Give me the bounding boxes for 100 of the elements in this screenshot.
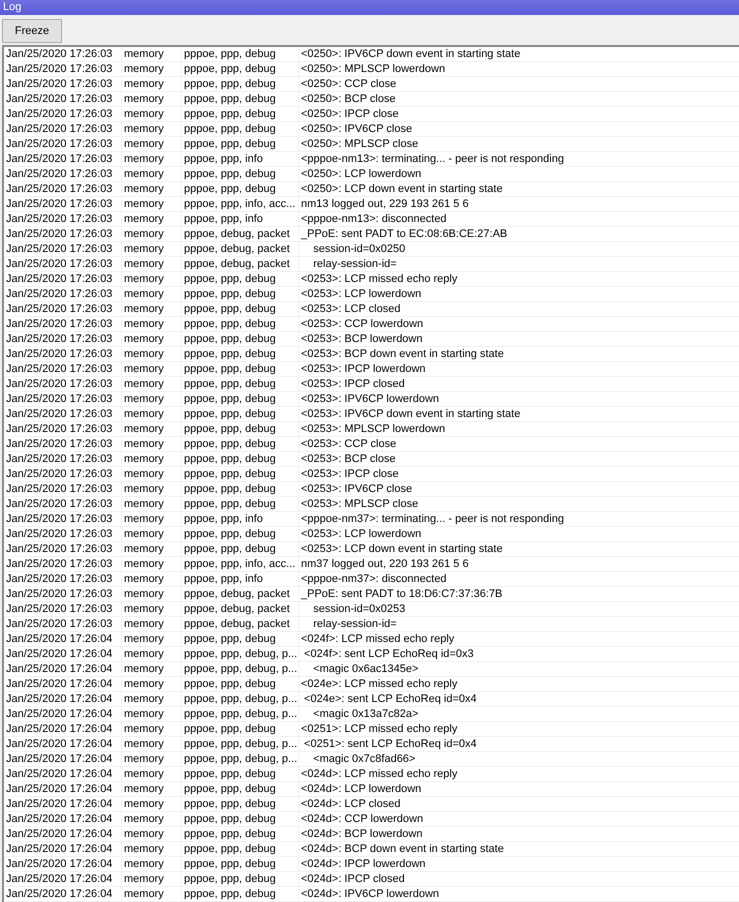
message-cell-text: <0250>: CCP close bbox=[300, 77, 398, 91]
topics-cell: pppoe, ppp, debug bbox=[182, 332, 299, 346]
message-cell-text: <0250>: MPLSCP lowerdown bbox=[300, 62, 446, 76]
buffer-cell: memory bbox=[122, 512, 182, 526]
topics-cell: pppoe, ppp, debug, p... bbox=[182, 737, 299, 751]
buffer-cell: memory bbox=[122, 632, 182, 646]
buffer-cell: memory bbox=[122, 617, 182, 631]
topics-cell: pppoe, ppp, info, acc... bbox=[182, 557, 299, 571]
buffer-cell: memory bbox=[122, 317, 182, 331]
time-cell: Jan/25/2020 17:26:03 bbox=[4, 557, 122, 571]
buffer-cell: memory bbox=[122, 227, 182, 241]
message-cell-text: nm13 logged out, 229 193 261 5 6 bbox=[300, 197, 470, 211]
topics-cell: pppoe, ppp, debug bbox=[182, 812, 299, 826]
message-cell-text: <024d>: LCP missed echo reply bbox=[300, 767, 458, 781]
topics-cell: pppoe, ppp, debug, p... bbox=[182, 647, 299, 661]
message-cell-text: <024d>: BCP lowerdown bbox=[300, 827, 424, 841]
message-cell-text: <024d>: IPCP closed bbox=[300, 872, 406, 886]
time-cell: Jan/25/2020 17:26:03 bbox=[4, 347, 122, 361]
window-title: Log bbox=[3, 0, 22, 15]
time-cell: Jan/25/2020 17:26:03 bbox=[4, 467, 122, 481]
message-cell-text: <0251>: LCP missed echo reply bbox=[300, 722, 458, 736]
topics-cell: pppoe, ppp, debug bbox=[182, 722, 299, 736]
time-cell: Jan/25/2020 17:26:03 bbox=[4, 362, 122, 376]
time-cell: Jan/25/2020 17:26:04 bbox=[4, 857, 122, 871]
topics-cell: pppoe, ppp, info bbox=[182, 572, 299, 586]
topics-cell: pppoe, ppp, debug bbox=[182, 92, 299, 106]
time-cell: Jan/25/2020 17:26:03 bbox=[4, 122, 122, 136]
message-cell-text: <024d>: LCP lowerdown bbox=[300, 782, 422, 796]
topics-cell: pppoe, ppp, debug bbox=[182, 797, 299, 811]
freeze-button[interactable]: Freeze bbox=[2, 19, 62, 43]
topics-cell: pppoe, ppp, debug bbox=[182, 677, 299, 691]
time-cell: Jan/25/2020 17:26:03 bbox=[4, 407, 122, 421]
time-cell: Jan/25/2020 17:26:03 bbox=[4, 287, 122, 301]
message-cell-text: <024d>: LCP closed bbox=[300, 797, 402, 811]
buffer-cell: memory bbox=[122, 542, 182, 556]
topics-cell: pppoe, ppp, debug bbox=[182, 317, 299, 331]
topics-cell: pppoe, ppp, debug bbox=[182, 122, 299, 136]
message-cell-text: <0253>: IPV6CP close bbox=[300, 482, 414, 496]
buffer-cell: memory bbox=[122, 122, 182, 136]
topics-cell: pppoe, ppp, debug bbox=[182, 767, 299, 781]
buffer-cell: memory bbox=[122, 287, 182, 301]
buffer-cell: memory bbox=[122, 422, 182, 436]
message-cell-text: relay-session-id= bbox=[312, 257, 398, 271]
topics-cell: pppoe, ppp, debug bbox=[182, 437, 299, 451]
buffer-cell: memory bbox=[122, 782, 182, 796]
topics-cell: pppoe, ppp, debug bbox=[182, 77, 299, 91]
buffer-cell: memory bbox=[122, 752, 182, 766]
message-cell-text: _PPoE: sent PADT to EC:08:6B:CE:27:AB bbox=[300, 227, 508, 241]
topics-cell: pppoe, ppp, debug bbox=[182, 632, 299, 646]
buffer-cell: memory bbox=[122, 497, 182, 511]
message-cell-text: <0250>: LCP lowerdown bbox=[300, 167, 422, 181]
time-cell: Jan/25/2020 17:26:03 bbox=[4, 437, 122, 451]
topics-cell: pppoe, ppp, debug bbox=[182, 392, 299, 406]
buffer-cell: memory bbox=[122, 677, 182, 691]
time-cell: Jan/25/2020 17:26:03 bbox=[4, 92, 122, 106]
buffer-cell: memory bbox=[122, 467, 182, 481]
topics-cell: pppoe, ppp, debug bbox=[182, 62, 299, 76]
message-cell-text: <0253>: MPLSCP close bbox=[300, 497, 420, 511]
time-cell: Jan/25/2020 17:26:03 bbox=[4, 62, 122, 76]
time-cell: Jan/25/2020 17:26:04 bbox=[4, 677, 122, 691]
message-cell-text: <0253>: BCP lowerdown bbox=[300, 332, 424, 346]
time-cell: Jan/25/2020 17:26:03 bbox=[4, 212, 122, 226]
topics-cell: pppoe, ppp, debug bbox=[182, 347, 299, 361]
message-cell-text: <024d>: IPCP lowerdown bbox=[300, 857, 427, 871]
topics-cell: pppoe, ppp, debug bbox=[182, 107, 299, 121]
message-cell-text: <024e>: sent LCP EchoReq id=0x4 bbox=[303, 692, 478, 706]
time-cell: Jan/25/2020 17:26:04 bbox=[4, 662, 122, 676]
topics-cell: pppoe, ppp, debug bbox=[182, 857, 299, 871]
time-cell: Jan/25/2020 17:26:04 bbox=[4, 737, 122, 751]
time-cell: Jan/25/2020 17:26:03 bbox=[4, 302, 122, 316]
topics-cell: pppoe, ppp, debug, p... bbox=[182, 707, 299, 721]
buffer-cell: memory bbox=[122, 377, 182, 391]
topics-cell: pppoe, ppp, info, acc... bbox=[182, 197, 299, 211]
buffer-cell: memory bbox=[122, 482, 182, 496]
time-cell: Jan/25/2020 17:26:04 bbox=[4, 752, 122, 766]
topics-cell: pppoe, ppp, debug, p... bbox=[182, 662, 299, 676]
buffer-cell: memory bbox=[122, 707, 182, 721]
buffer-cell: memory bbox=[122, 152, 182, 166]
buffer-cell: memory bbox=[122, 842, 182, 856]
time-cell: Jan/25/2020 17:26:04 bbox=[4, 887, 122, 901]
message-cell-text: session-id=0x0253 bbox=[312, 602, 406, 616]
time-cell: Jan/25/2020 17:26:03 bbox=[4, 152, 122, 166]
topics-cell: pppoe, debug, packet bbox=[182, 227, 299, 241]
time-cell: Jan/25/2020 17:26:03 bbox=[4, 332, 122, 346]
time-cell: Jan/25/2020 17:26:03 bbox=[4, 167, 122, 181]
message-cell-text: <024f>: LCP missed echo reply bbox=[300, 632, 456, 646]
message-cell-text: <0253>: IPV6CP lowerdown bbox=[300, 392, 440, 406]
topics-cell: pppoe, ppp, debug bbox=[182, 872, 299, 886]
time-cell: Jan/25/2020 17:26:03 bbox=[4, 197, 122, 211]
buffer-cell: memory bbox=[122, 62, 182, 76]
topics-cell: pppoe, ppp, debug bbox=[182, 167, 299, 181]
buffer-cell: memory bbox=[122, 767, 182, 781]
topics-cell: pppoe, ppp, debug bbox=[182, 287, 299, 301]
time-cell: Jan/25/2020 17:26:03 bbox=[4, 542, 122, 556]
buffer-cell: memory bbox=[122, 722, 182, 736]
time-cell: Jan/25/2020 17:26:03 bbox=[4, 77, 122, 91]
message-cell-text: <0250>: BCP close bbox=[300, 92, 397, 106]
time-cell: Jan/25/2020 17:26:03 bbox=[4, 572, 122, 586]
topics-cell: pppoe, ppp, debug bbox=[182, 272, 299, 286]
topics-cell: pppoe, ppp, debug bbox=[182, 377, 299, 391]
